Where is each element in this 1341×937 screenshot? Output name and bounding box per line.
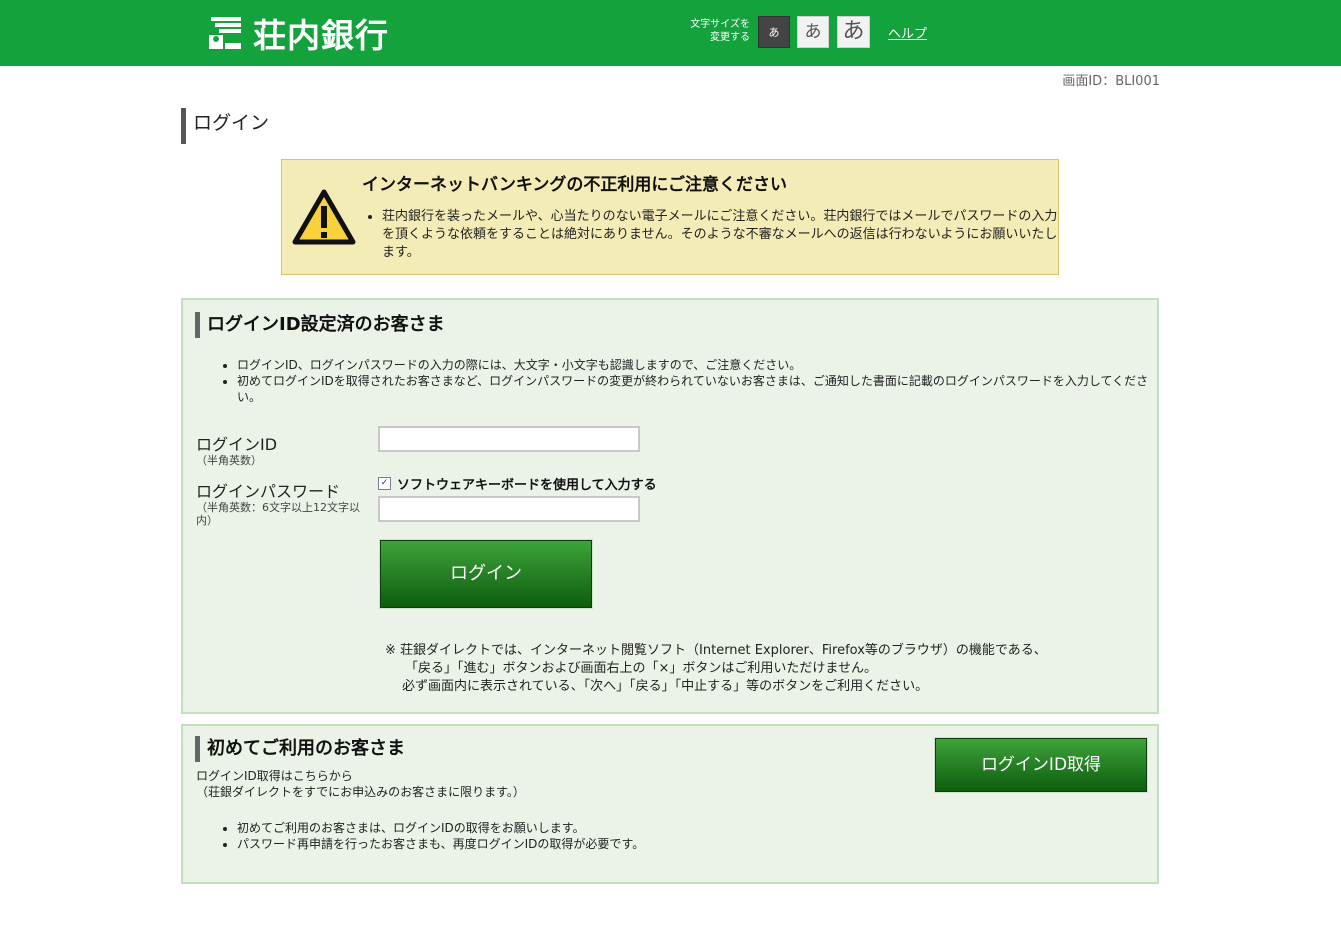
bank-logo-icon (209, 17, 241, 49)
warning-title: インターネットバンキングの不正利用にご注意ください (362, 175, 787, 195)
bank-logo-text: 荘内銀行 (253, 16, 389, 55)
login-id-label: ログインID (196, 435, 278, 454)
first-time-heading: 初めてご利用のお客さま (195, 736, 405, 762)
software-keyboard-option[interactable]: ✓ ソフトウェアキーボードを使用して入力する (378, 474, 657, 493)
page-title: ログイン (181, 108, 269, 144)
password-label: ログインパスワード (196, 482, 341, 501)
font-size-medium-button[interactable]: あ (797, 16, 829, 48)
warning-icon (292, 189, 356, 245)
help-link[interactable]: ヘルプ (888, 23, 927, 42)
login-id-note: （半角英数） (196, 454, 262, 467)
browser-note-line: 「戻る」「進む」ボタンおよび画面右上の「×」ボタンはご利用いただけません。 (405, 661, 878, 676)
first-time-notice-item: パスワード再申請を行ったお客さまも、再度ログインIDの取得が必要です。 (237, 836, 937, 852)
get-id-guide: ログインID取得はこちらから (196, 769, 353, 783)
login-notice-list: ログインID、ログインパスワードの入力の際には、大文字・小文字も認識しますので、… (219, 357, 1157, 405)
screen-id: 画面ID：BLI001 (1062, 74, 1160, 89)
browser-note-line: 必ず画面内に表示されている、「次へ」「戻る」「中止する」等のボタンをご利用くださ… (402, 679, 929, 694)
fraud-warning-box: インターネットバンキングの不正利用にご注意ください 荘内銀行を装ったメールや、心… (281, 159, 1059, 275)
password-note: （半角英数：6文字以上12文字以内） (196, 501, 360, 527)
software-keyboard-checkbox[interactable]: ✓ (378, 477, 391, 490)
font-size-large-button[interactable]: あ (837, 16, 870, 48)
font-size-label-line2: 変更する (710, 32, 750, 43)
software-keyboard-label: ソフトウェアキーボードを使用して入力する (397, 478, 657, 493)
warning-text: 荘内銀行を装ったメールや、心当たりのない電子メールにご注意ください。荘内銀行では… (382, 208, 1062, 262)
warning-list: 荘内銀行を装ったメールや、心当たりのない電子メールにご注意ください。荘内銀行では… (362, 208, 1062, 262)
browser-notes: ※ 荘銀ダイレクトでは、インターネット閲覧ソフト（Internet Explor… (385, 642, 1047, 696)
font-size-label: 文字サイズを 変更する (670, 18, 750, 44)
get-id-condition: （荘銀ダイレクトをすでにお申込みのお客さまに限ります。） (196, 785, 525, 799)
login-notice-item: ログインID、ログインパスワードの入力の際には、大文字・小文字も認識しますので、… (237, 357, 1157, 373)
login-panel-heading: ログインID設定済のお客さま (195, 312, 445, 338)
font-size-label-line1: 文字サイズを (690, 19, 750, 30)
bank-logo[interactable]: 荘内銀行 (205, 12, 389, 55)
first-time-notice-list: 初めてご利用のお客さまは、ログインIDの取得をお願いします。 パスワード再申請を… (219, 820, 937, 852)
login-id-input[interactable] (378, 426, 640, 452)
browser-note-line: ※ 荘銀ダイレクトでは、インターネット閲覧ソフト（Internet Explor… (385, 643, 1047, 658)
first-time-panel: 初めてご利用のお客さま ログインID取得はこちらから （荘銀ダイレクトをすでにお… (181, 724, 1159, 884)
first-time-notice-item: 初めてご利用のお客さまは、ログインIDの取得をお願いします。 (237, 820, 937, 836)
get-login-id-button[interactable]: ログインID取得 (934, 737, 1148, 793)
font-size-small-button[interactable]: あ (758, 16, 790, 48)
header-bar: 荘内銀行 文字サイズを 変更する あ あ あ ヘルプ (0, 0, 1341, 66)
login-notice-item: 初めてログインIDを取得されたお客さまなど、ログインパスワードの変更が終わられて… (237, 373, 1157, 405)
login-button[interactable]: ログイン (379, 539, 593, 609)
login-panel: ログインID設定済のお客さま ログインID、ログインパスワードの入力の際には、大… (181, 298, 1159, 714)
password-input[interactable] (378, 496, 640, 522)
